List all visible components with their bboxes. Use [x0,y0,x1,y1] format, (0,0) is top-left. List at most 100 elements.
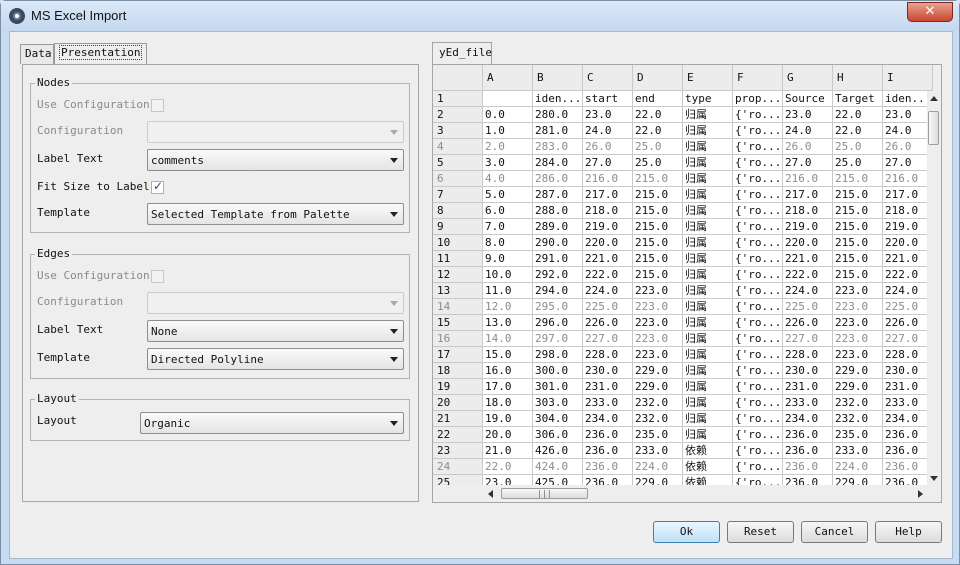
scroll-left-icon[interactable] [488,490,493,498]
table-cell[interactable]: {'ro... [733,251,783,267]
table-cell[interactable]: 24.0 [783,123,833,139]
table-cell[interactable]: 26.0 [883,139,933,155]
table-cell[interactable]: 24.0 [583,123,633,139]
table-cell[interactable]: 304.0 [533,411,583,427]
table-cell[interactable]: 217.0 [883,187,933,203]
table-cell[interactable]: 17.0 [483,379,533,395]
table-cell[interactable]: 231.0 [783,379,833,395]
table-cell[interactable]: 230.0 [583,363,633,379]
table-cell[interactable]: 306.0 [533,427,583,443]
table-cell[interactable]: 295.0 [533,299,583,315]
table-cell[interactable]: 426.0 [533,443,583,459]
table-cell[interactable]: {'ro... [733,283,783,299]
table-cell[interactable]: 0.0 [483,107,533,123]
table-cell[interactable]: Source [783,91,833,107]
table-cell[interactable]: 225.0 [783,299,833,315]
row-header[interactable]: 12 [433,267,483,283]
vertical-scrollbar[interactable] [927,91,941,485]
table-cell[interactable]: 232.0 [833,395,883,411]
table-cell[interactable]: 依赖 [683,459,733,475]
table-cell[interactable]: 226.0 [783,315,833,331]
table-cell[interactable]: 236.0 [783,459,833,475]
table-cell[interactable]: 286.0 [533,171,583,187]
table-cell[interactable]: 215.0 [633,251,683,267]
table-cell[interactable]: 归属 [683,411,733,427]
table-cell[interactable]: 归属 [683,363,733,379]
table-cell[interactable]: 226.0 [883,315,933,331]
table-cell[interactable]: 6.0 [483,203,533,219]
table-cell[interactable]: {'ro... [733,459,783,475]
table-cell[interactable]: 归属 [683,139,733,155]
table-cell[interactable]: 215.0 [633,267,683,283]
table-cell[interactable]: 233.0 [833,443,883,459]
table-cell[interactable]: {'ro... [733,411,783,427]
table-cell[interactable]: 215.0 [833,187,883,203]
table-cell[interactable]: {'ro... [733,267,783,283]
row-header[interactable]: 13 [433,283,483,299]
close-button[interactable]: ✕ [907,2,953,22]
table-cell[interactable]: 21.0 [483,443,533,459]
fit-size-checkbox[interactable]: ✓ [151,179,164,194]
row-header[interactable]: 3 [433,123,483,139]
table-cell[interactable]: {'ro... [733,331,783,347]
table-cell[interactable]: 归属 [683,203,733,219]
table-cell[interactable]: 281.0 [533,123,583,139]
table-cell[interactable]: 215.0 [633,187,683,203]
table-cell[interactable]: 226.0 [583,315,633,331]
table-cell[interactable]: 215.0 [633,219,683,235]
table-cell[interactable]: 236.0 [783,443,833,459]
row-header[interactable]: 25 [433,475,483,485]
table-cell[interactable]: 14.0 [483,331,533,347]
table-cell[interactable]: 26.0 [583,139,633,155]
table-cell[interactable]: 292.0 [533,267,583,283]
table-cell[interactable]: 归属 [683,187,733,203]
table-cell[interactable]: 223.0 [833,347,883,363]
table-cell[interactable]: 25.0 [633,155,683,171]
table-cell[interactable]: 291.0 [533,251,583,267]
table-cell[interactable]: 归属 [683,379,733,395]
table-cell[interactable]: 4.0 [483,171,533,187]
table-cell[interactable]: 233.0 [883,395,933,411]
table-cell[interactable]: 220.0 [883,235,933,251]
table-cell[interactable]: 219.0 [783,219,833,235]
table-cell[interactable]: 5.0 [483,187,533,203]
row-header[interactable]: 9 [433,219,483,235]
table-cell[interactable]: 归属 [683,427,733,443]
table-cell[interactable]: 236.0 [583,427,633,443]
table-cell[interactable]: 289.0 [533,219,583,235]
table-cell[interactable]: {'ro... [733,427,783,443]
table-cell[interactable]: 223.0 [833,299,883,315]
table-cell[interactable]: 228.0 [883,347,933,363]
table-cell[interactable]: 236.0 [583,443,633,459]
table-cell[interactable]: 235.0 [633,427,683,443]
table-cell[interactable]: iden... [533,91,583,107]
table-cell[interactable]: 归属 [683,315,733,331]
table-cell[interactable]: {'ro... [733,315,783,331]
table-cell[interactable]: 215.0 [833,235,883,251]
table-cell[interactable]: 236.0 [783,427,833,443]
table-cell[interactable]: 230.0 [783,363,833,379]
table-cell[interactable]: 225.0 [583,299,633,315]
table-cell[interactable]: 218.0 [883,203,933,219]
table-cell[interactable]: 232.0 [633,411,683,427]
table-cell[interactable]: 13.0 [483,315,533,331]
table-cell[interactable]: {'ro... [733,123,783,139]
table-cell[interactable]: 280.0 [533,107,583,123]
table-cell[interactable]: 301.0 [533,379,583,395]
row-header[interactable]: 15 [433,315,483,331]
table-cell[interactable]: 228.0 [783,347,833,363]
table-cell[interactable]: 10.0 [483,267,533,283]
table-cell[interactable]: 236.0 [883,443,933,459]
row-header[interactable]: 14 [433,299,483,315]
table-cell[interactable]: 223.0 [633,347,683,363]
table-cell[interactable]: 223.0 [633,299,683,315]
table-cell[interactable]: 归属 [683,155,733,171]
table-cell[interactable]: 215.0 [833,267,883,283]
row-header[interactable]: 22 [433,427,483,443]
table-cell[interactable]: 15.0 [483,347,533,363]
table-cell[interactable]: 1.0 [483,123,533,139]
edges-label-text-select[interactable]: None [147,320,404,342]
table-cell[interactable]: 303.0 [533,395,583,411]
table-cell[interactable]: 224.0 [833,459,883,475]
table-cell[interactable]: 归属 [683,347,733,363]
